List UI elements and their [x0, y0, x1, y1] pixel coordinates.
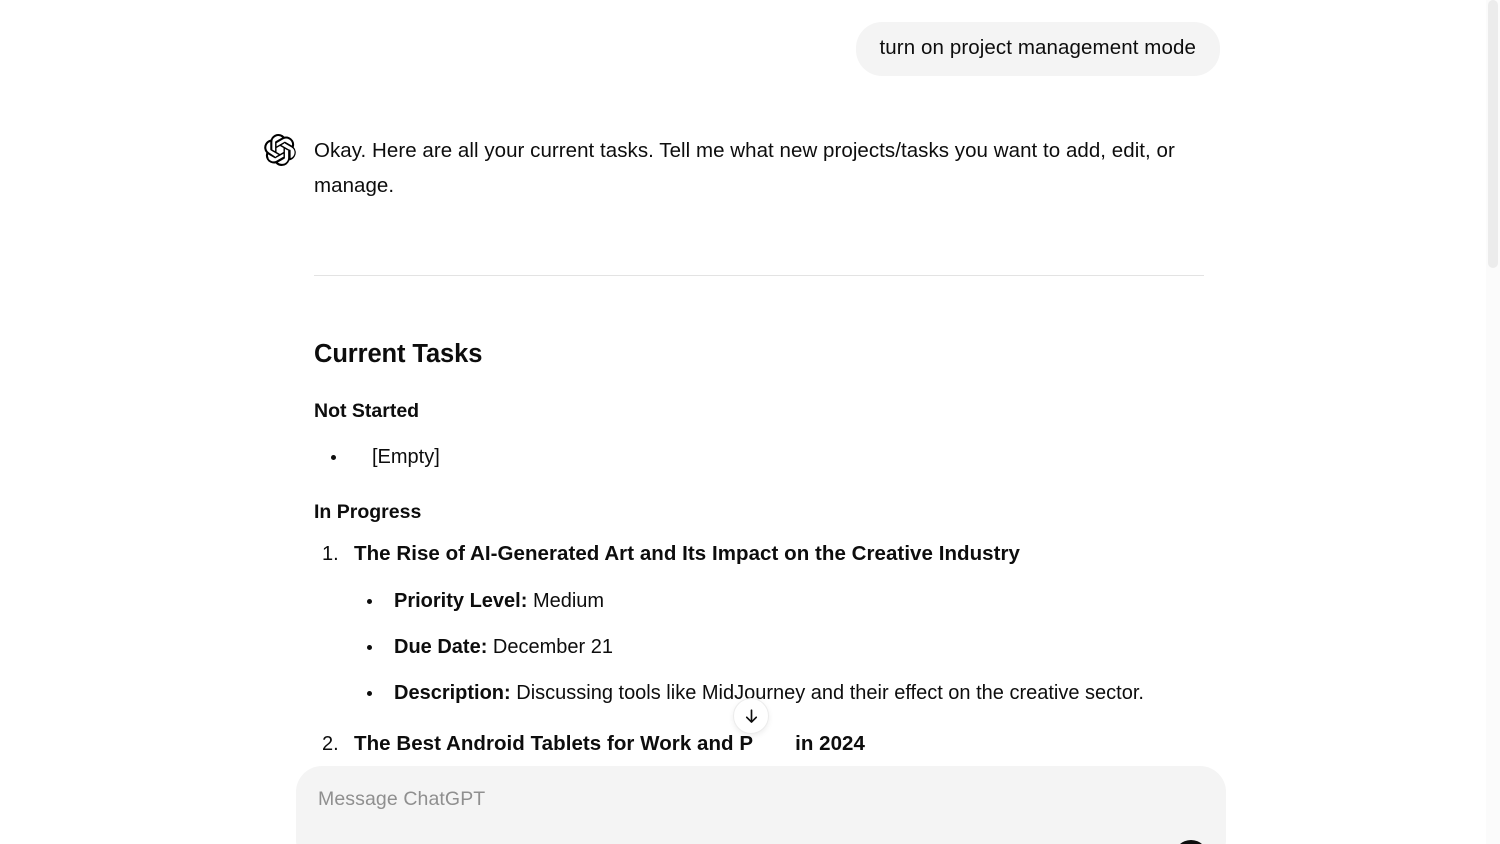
task-field-priority: Priority Level: Medium	[354, 587, 1214, 615]
task-field-value: December 21	[492, 636, 613, 658]
page-title: Current Tasks	[314, 340, 483, 368]
composer-box[interactable]: Message ChatGPT	[296, 766, 1226, 844]
task-field-label: Description:	[394, 682, 511, 704]
task-field-label: Due Date:	[394, 636, 488, 658]
composer: Message ChatGPT	[296, 766, 1226, 844]
task-item: 1. The Rise of AI-Generated Art and Its …	[314, 539, 1214, 707]
assistant-paragraph: Okay. Here are all your current tasks. T…	[314, 139, 1175, 197]
assistant-message-row: Okay. Here are all your current tasks. T…	[0, 76, 1486, 805]
task-field-value: Medium	[532, 590, 605, 612]
group-title-in-progress: In Progress	[314, 501, 422, 523]
task-field-value: Discussing tools like MidJourney and the…	[516, 682, 1144, 704]
chatgpt-window: turn on project management mode Okay. He…	[0, 0, 1500, 844]
user-message-row: turn on project management mode	[0, 0, 1486, 76]
send-button[interactable]	[1174, 840, 1208, 844]
message-input[interactable]: Message ChatGPT	[318, 786, 1204, 812]
task-title: The Rise of AI-Generated Art and Its Imp…	[354, 542, 1020, 565]
task-fields: Priority Level: Medium Due Date: Decembe…	[354, 587, 1214, 707]
task-number: 2.	[322, 733, 339, 755]
list-item: [Empty]	[314, 443, 1214, 471]
scroll-to-bottom-button[interactable]	[733, 698, 769, 734]
task-field-description: Description: Discussing tools like MidJo…	[354, 679, 1214, 707]
user-message-bubble[interactable]: turn on project management mode	[855, 22, 1220, 76]
group-title-not-started: Not Started	[314, 400, 420, 422]
not-started-list: [Empty]	[314, 443, 1214, 471]
page-scrollbar-thumb[interactable]	[1488, 0, 1498, 268]
task-field-due-date: Due Date: December 21	[354, 633, 1214, 661]
task-number: 1.	[322, 543, 339, 565]
page-scrollbar-track[interactable]	[1486, 0, 1500, 844]
arrow-down-icon	[742, 707, 761, 726]
task-title-before: The Best Android Tablets for Work and P	[354, 732, 754, 755]
openai-logo-icon	[264, 134, 296, 166]
task-field-label: Priority Level:	[394, 590, 528, 612]
task-title-after: in 2024	[795, 732, 865, 755]
